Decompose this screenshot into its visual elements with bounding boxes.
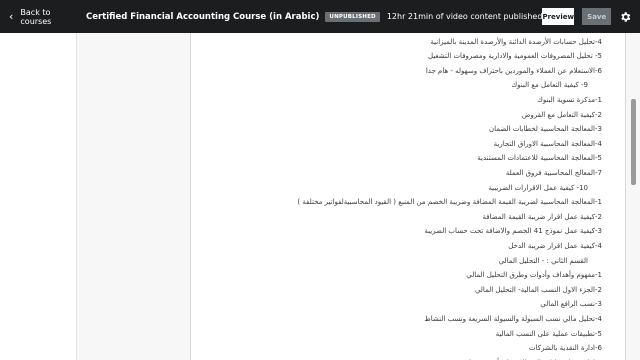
document-page[interactable]: 4-تحليل حسابات الأرصدة الدائنة والأرصدة … xyxy=(190,33,626,360)
scrollbar-thumb[interactable] xyxy=(631,99,636,185)
list-item: 1-المعالجة المحاسبية لضريبة القيمة المضا… xyxy=(297,198,602,207)
save-button[interactable]: Save xyxy=(581,8,612,25)
list-item: 2-الجزء الاول النسب المالية- التحليل الم… xyxy=(474,285,602,294)
section-heading: 10- كيفية عمل الاقرارات الضريبية xyxy=(488,183,588,192)
list-item: 5-المعالجة المحاسبية للاعتمادات المستندي… xyxy=(477,154,602,163)
list-item: 2-كيفية عمل اقرار ضريبة القيمة المضافة xyxy=(482,212,602,221)
list-item: 6-ادارة النقدية بالشركات xyxy=(529,344,602,353)
chevron-left-icon: ‹ xyxy=(9,10,14,23)
section-heading: 9- كيفية التعامل مع البنوك xyxy=(511,81,588,90)
list-item: 5-تطبيقات عملية على النسب المالية xyxy=(495,329,602,338)
list-item: 4-كيفية عمل اقرار ضريبة الدخل xyxy=(508,241,602,250)
back-to-courses-label: Back to courses xyxy=(20,7,52,26)
list-item: 4-تحليل مالي نسب السيولة والسيولة السريع… xyxy=(424,314,602,323)
list-item: 1-مفهوم وأهداف وأدوات وطرق التحليل المال… xyxy=(466,271,602,280)
list-item: 4-تحليل حسابات الأرصدة الدائنة والأرصدة … xyxy=(430,37,602,46)
list-item: 4-المعالجة المحاسبية الاوراق التجارية xyxy=(493,139,602,148)
list-item: 6-الاستعلام عن العملاء والموردين باحتراف… xyxy=(425,66,602,75)
list-item: 3-المعالجة المحاسبية لخطابات الضمان xyxy=(489,125,602,134)
course-header-bar: ‹ Back to courses Certified Financial Ac… xyxy=(0,0,640,33)
gear-icon[interactable] xyxy=(619,10,632,24)
list-item: 7-المعالج المحاسبية فروق العملة xyxy=(505,168,602,177)
list-item: 3-نسب الرافع المالي xyxy=(540,300,602,309)
list-item: 1-مذكرة تسوية البنوك xyxy=(537,95,602,104)
preview-button[interactable]: Preview xyxy=(542,8,574,25)
list-item: 5- تحليل المصروفات العمومية والادارية وم… xyxy=(428,52,602,61)
course-title: Certified Financial Accounting Course (i… xyxy=(85,11,320,22)
left-sidebar xyxy=(0,33,77,360)
list-item: 3-كيفية عمل نموذج 41 الخصم والاضافة تحت … xyxy=(424,227,602,236)
back-to-courses-link[interactable]: ‹ Back to courses xyxy=(9,8,76,26)
section-heading: القسم الثاني : - التحليل المالي xyxy=(498,256,588,265)
status-badge: UNPUBLISHED xyxy=(325,11,380,22)
main-content-area: 4-تحليل حسابات الأرصدة الدائنة والأرصدة … xyxy=(77,33,640,360)
published-content-info: 12hr 21min of video content published xyxy=(386,12,543,21)
list-item: 2-كيفية التعامل مع القروض xyxy=(521,110,602,119)
